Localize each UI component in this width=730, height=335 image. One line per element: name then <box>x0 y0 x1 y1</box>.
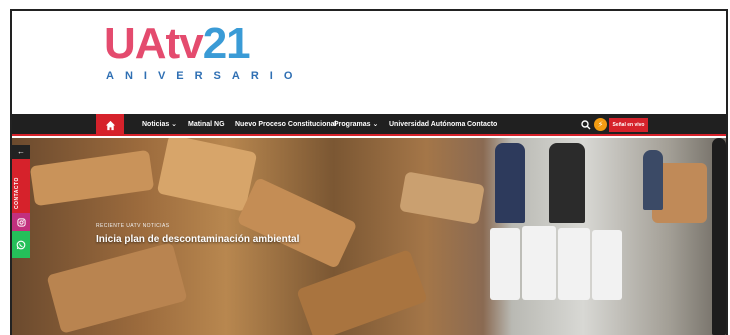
main-navbar: Noticias ⌄ Matinal NG Nuevo Proceso Cons… <box>12 114 726 136</box>
nav-item-nuevo-proceso-constitucional[interactable]: Nuevo Proceso Constitucional <box>235 114 337 136</box>
person <box>495 143 525 223</box>
instagram-icon <box>16 217 26 227</box>
firewood-sack <box>558 228 590 300</box>
logo-text: UAtv <box>104 19 204 68</box>
nav-item-noticias[interactable]: Noticias ⌄ <box>142 114 177 136</box>
firewood-log <box>156 138 258 212</box>
site-logo[interactable]: UAtv21 ANIVERSARIO <box>100 10 292 90</box>
logo-wordmark: UAtv21 <box>104 14 251 74</box>
nav-item-universidad-autonoma[interactable]: Universidad Autónoma <box>389 114 465 136</box>
firewood-sack <box>592 230 622 300</box>
home-icon <box>105 120 115 130</box>
person <box>712 138 726 335</box>
person <box>643 150 663 210</box>
firewood-log <box>399 171 485 225</box>
window-border-right <box>726 9 728 335</box>
social-sidebar: ← CONTACTO <box>12 145 30 258</box>
logo-number: 21 <box>202 19 251 68</box>
person <box>549 143 585 223</box>
whatsapp-button[interactable] <box>12 231 30 258</box>
hero-headline[interactable]: Inicia plan de descontaminación ambienta… <box>96 234 299 245</box>
search-icon[interactable] <box>580 119 592 131</box>
nav-item-contacto[interactable]: Contacto <box>467 114 497 136</box>
firewood-log <box>29 149 155 207</box>
live-signal-button[interactable]: Señal en vivo <box>609 118 648 132</box>
firewood-log <box>46 242 188 334</box>
hero-banner[interactable]: RECIENTE UATV NOTICIAS Inicia plan de de… <box>12 138 726 335</box>
nav-item-matinal-ng[interactable]: Matinal NG <box>188 114 225 136</box>
logo-subtitle: ANIVERSARIO <box>106 70 304 82</box>
page: UAtv21 ANIVERSARIO Noticias ⌄ Matinal NG… <box>0 0 730 335</box>
firewood-sack <box>490 228 520 300</box>
contact-tab-label: CONTACTO <box>14 177 20 209</box>
instagram-button[interactable] <box>12 213 30 231</box>
firewood-sack <box>522 226 556 300</box>
hero-category-tags[interactable]: RECIENTE UATV NOTICIAS <box>96 223 169 229</box>
firewood-log <box>236 177 358 269</box>
whatsapp-icon <box>16 240 26 249</box>
contact-tab[interactable]: CONTACTO <box>12 159 30 213</box>
nav-item-programas[interactable]: Programas ⌄ <box>334 114 378 136</box>
bolt-icon[interactable]: ⚡ <box>594 118 607 131</box>
home-button[interactable] <box>96 114 124 136</box>
firewood-log <box>296 249 428 335</box>
sidebar-toggle-button[interactable]: ← <box>12 145 30 159</box>
